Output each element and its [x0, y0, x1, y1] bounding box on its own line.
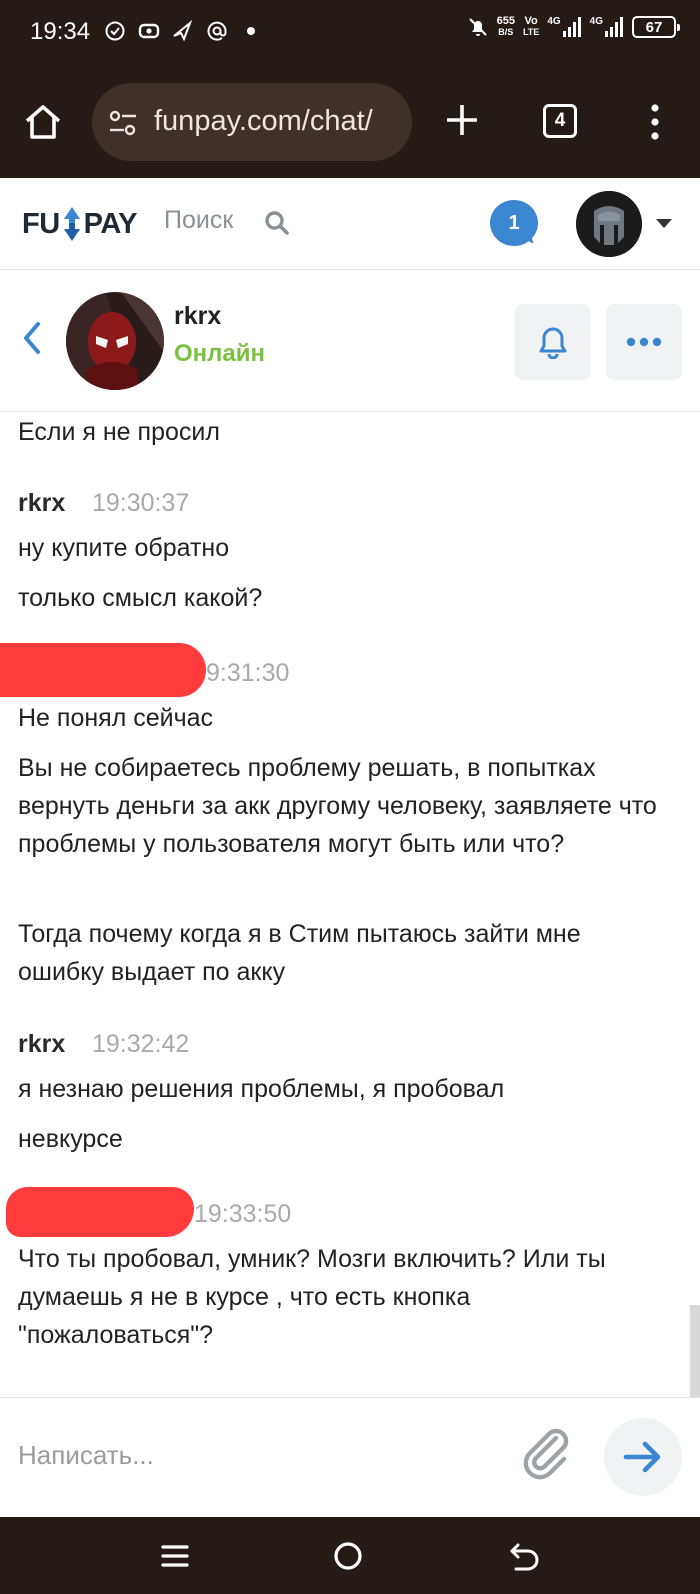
message-time: 9:31:30 — [206, 659, 290, 687]
arrow-right-icon — [623, 1441, 661, 1473]
back-icon[interactable] — [508, 1539, 542, 1573]
network-speed-value: 655 — [496, 15, 515, 27]
home-icon[interactable] — [22, 101, 64, 143]
message-text: Не понял сейчас — [18, 704, 214, 732]
home-circle-icon[interactable] — [331, 1539, 365, 1573]
volte-top: Vo — [524, 15, 538, 27]
more-dots-icon — [626, 337, 662, 347]
paperclip-icon[interactable] — [522, 1426, 572, 1480]
bell-icon — [539, 327, 567, 359]
bell-muted-icon — [468, 18, 487, 36]
volte-bottom: LTE — [522, 27, 540, 37]
message-text: Тогда почему когда я в Стим пытаюсь зайт… — [18, 920, 581, 986]
notification-count: 1 — [508, 211, 520, 234]
more-options-button[interactable] — [606, 304, 682, 380]
message-text: Что ты пробовал, умник? Мозги включить? … — [18, 1245, 606, 1349]
new-tab-icon[interactable] — [444, 102, 480, 138]
search-label[interactable]: Поиск — [164, 206, 233, 235]
message-input[interactable]: Написать... — [18, 1440, 154, 1471]
volte-indicator: Vo LTE — [523, 16, 539, 38]
address-bar[interactable]: funpay.com/chat/ — [92, 83, 412, 161]
message-time: 19:30:37 — [92, 489, 190, 517]
message-time: 19:33:50 — [194, 1200, 292, 1228]
network-type-2: 4G — [589, 16, 603, 27]
funpay-logo[interactable]: FU PAY — [22, 202, 138, 246]
battery-level: 67 — [645, 18, 663, 36]
message-text: я незнаю решения проблемы, я пробовал — [18, 1075, 505, 1103]
send-icon — [173, 20, 193, 42]
message-author[interactable]: rkrx — [18, 489, 65, 518]
logo-text-right: PAY — [83, 207, 138, 240]
status-notification-icons — [104, 20, 262, 42]
scrollbar-thumb[interactable] — [690, 1305, 700, 1397]
spartan-helmet-icon — [576, 191, 642, 257]
contact-name[interactable]: rkrx — [174, 302, 221, 331]
check-circle-icon — [105, 21, 125, 41]
network-speed-unit: B/S — [498, 27, 514, 37]
network-type-1: 4G — [547, 16, 561, 27]
message-text: Если я не просил — [18, 418, 220, 446]
message-composer: Написать... — [0, 1397, 700, 1517]
signal-bars-icon — [562, 17, 581, 37]
network-speed: 655 B/S — [497, 16, 515, 38]
user-avatar[interactable] — [576, 191, 642, 257]
message-text: Вы не собираетесь проблему решать, в поп… — [18, 754, 657, 858]
signal-1: 4G — [547, 16, 581, 38]
message-text: невкурсе — [18, 1125, 123, 1153]
recent-apps-icon[interactable] — [158, 1539, 192, 1573]
url-text[interactable]: funpay.com/chat/ — [154, 105, 373, 138]
logo-text-left: FU — [22, 207, 60, 240]
spiderman-avatar-icon — [66, 292, 164, 390]
notifications-toggle-button[interactable] — [515, 304, 591, 380]
notification-badge: 1 — [490, 200, 538, 246]
site-header: FU PAY Поиск 1 — [0, 178, 700, 270]
chat-header: rkrx Онлайн — [0, 270, 700, 412]
dot-icon — [247, 27, 255, 35]
battery-icon: 67 — [632, 16, 680, 38]
contact-online-status: Онлайн — [174, 340, 266, 367]
message-time: 19:32:42 — [92, 1030, 190, 1058]
browser-menu-icon[interactable] — [640, 102, 670, 142]
system-navigation-bar — [0, 1517, 700, 1594]
status-bar: 19:34 655 B/S Vo LTE 4G 4G 67 — [0, 0, 700, 68]
vpn-icon — [138, 23, 160, 39]
at-icon — [207, 21, 227, 41]
tab-count: 4 — [554, 110, 566, 131]
browser-toolbar: funpay.com/chat/ 4 — [0, 68, 700, 178]
message-author[interactable]: rkrx — [18, 1030, 65, 1059]
message-list[interactable]: Если я не просил rkrx 19:30:37 ну купите… — [0, 413, 700, 1397]
signal-bars-icon — [605, 17, 623, 37]
message-text: только смысл какой? — [18, 584, 263, 612]
contact-avatar[interactable] — [66, 292, 164, 390]
signal-2: 4G — [590, 16, 624, 38]
tab-switcher-button[interactable]: 4 — [543, 104, 577, 138]
redacted-author — [6, 1187, 194, 1237]
search-icon[interactable] — [264, 210, 290, 236]
redacted-author — [0, 643, 206, 697]
status-right-group: 655 B/S Vo LTE 4G 4G 67 — [467, 16, 680, 38]
back-arrow-icon[interactable] — [20, 320, 44, 356]
logo-arrows-icon — [63, 207, 80, 241]
send-button[interactable] — [604, 1418, 682, 1496]
messages-notification-button[interactable]: 1 — [490, 200, 540, 250]
site-settings-icon[interactable] — [108, 109, 138, 137]
message-text: ну купите обратно — [18, 534, 230, 562]
status-time: 19:34 — [30, 18, 91, 45]
chevron-down-icon[interactable] — [656, 219, 672, 228]
